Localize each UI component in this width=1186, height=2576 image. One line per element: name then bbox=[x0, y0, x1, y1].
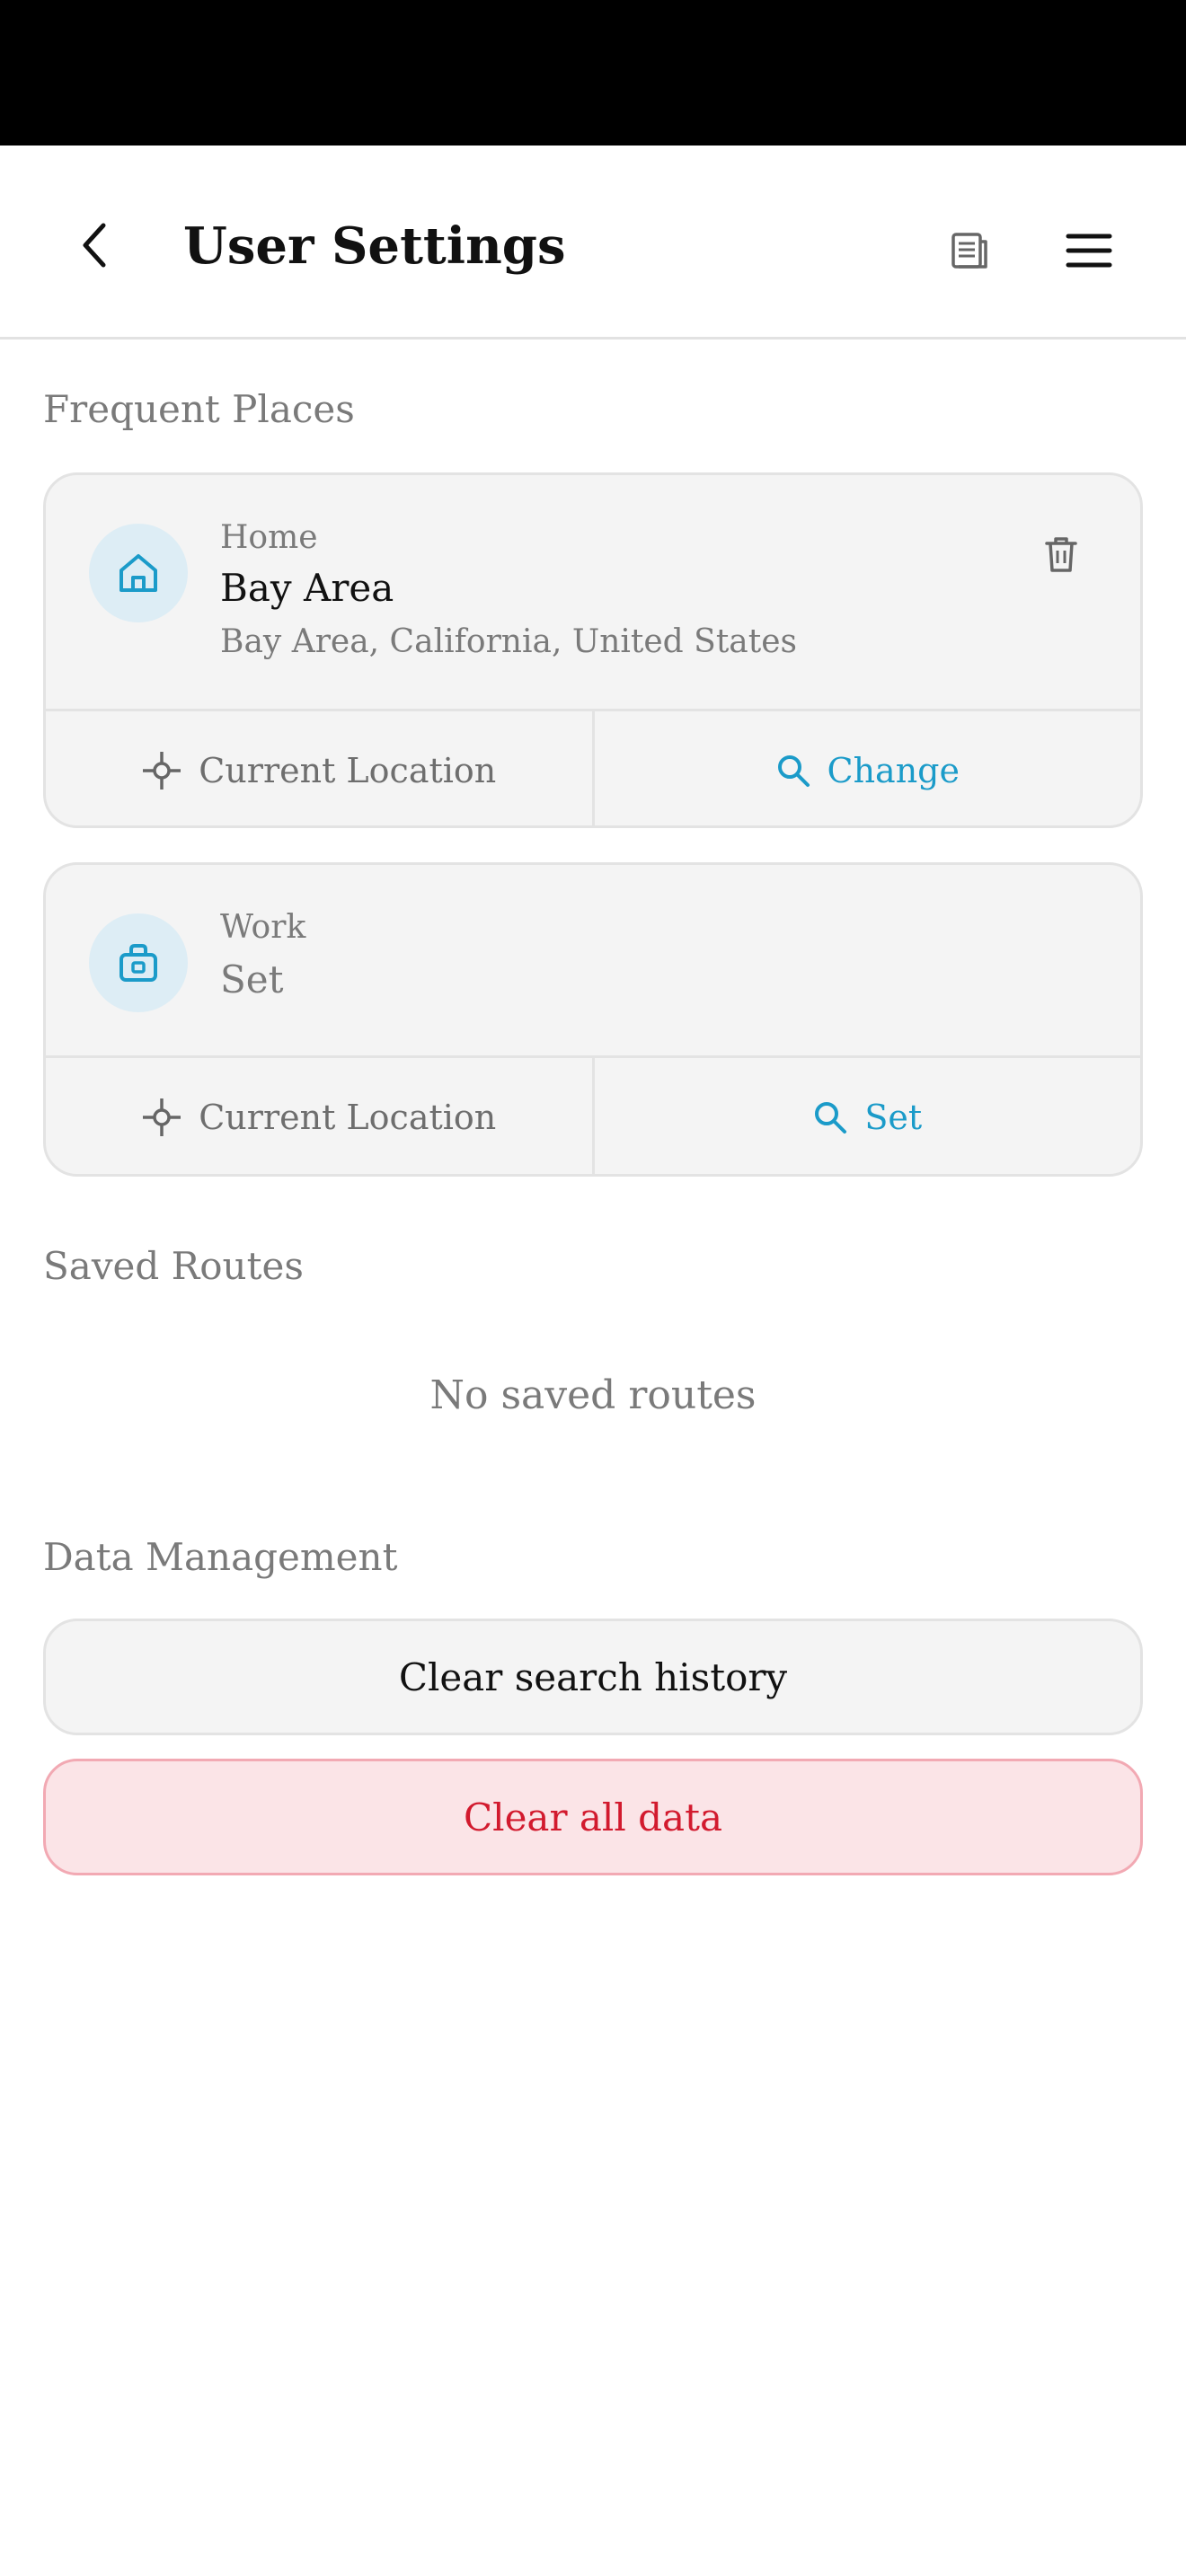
current-location-label: Current Location bbox=[199, 1097, 497, 1137]
app-header: User Settings bbox=[0, 146, 1186, 340]
document-button[interactable] bbox=[933, 214, 1006, 287]
home-icon bbox=[119, 554, 157, 592]
home-icon-badge bbox=[89, 524, 188, 622]
home-label: Home bbox=[220, 519, 318, 556]
clear-all-data-button[interactable]: Clear all data bbox=[43, 1759, 1143, 1875]
briefcase-icon bbox=[119, 944, 157, 982]
back-button[interactable] bbox=[56, 207, 133, 284]
work-icon-badge bbox=[89, 913, 188, 1012]
no-saved-routes-text: No saved routes bbox=[429, 1372, 757, 1418]
work-set-button[interactable]: Set bbox=[595, 1058, 1141, 1174]
section-title-frequent-places: Frequent Places bbox=[43, 387, 355, 431]
crosshair-icon bbox=[143, 1098, 181, 1136]
trash-icon bbox=[1045, 537, 1077, 572]
search-icon bbox=[815, 1101, 847, 1134]
menu-button[interactable] bbox=[1049, 214, 1128, 287]
home-place-name: Bay Area bbox=[220, 566, 394, 610]
clear-search-history-button[interactable]: Clear search history bbox=[43, 1619, 1143, 1735]
current-location-label: Current Location bbox=[199, 750, 497, 790]
document-icon bbox=[951, 233, 987, 269]
work-place-card: Work Set Current Location Set bbox=[43, 862, 1143, 1177]
work-current-location-button[interactable]: Current Location bbox=[46, 1058, 595, 1174]
home-place-address: Bay Area, California, United States bbox=[220, 623, 797, 660]
home-place-card: Home Bay Area Bay Area, California, Unit… bbox=[43, 472, 1143, 828]
status-bar bbox=[0, 0, 1186, 146]
work-label: Work bbox=[220, 909, 306, 946]
delete-home-button[interactable] bbox=[1031, 524, 1092, 585]
page-title: User Settings bbox=[183, 216, 566, 276]
set-label: Set bbox=[864, 1097, 923, 1137]
home-current-location-button[interactable]: Current Location bbox=[46, 711, 595, 825]
search-icon bbox=[777, 754, 810, 787]
change-label: Change bbox=[827, 750, 960, 790]
work-card-actions: Current Location Set bbox=[46, 1055, 1141, 1174]
work-place-name: Set bbox=[220, 957, 284, 1001]
home-card-actions: Current Location Change bbox=[46, 709, 1141, 825]
section-title-saved-routes: Saved Routes bbox=[43, 1244, 304, 1288]
crosshair-icon bbox=[143, 751, 181, 790]
home-change-button[interactable]: Change bbox=[595, 711, 1141, 825]
chevron-left-icon bbox=[83, 223, 106, 268]
hamburger-menu-icon bbox=[1066, 234, 1112, 268]
section-title-data-management: Data Management bbox=[43, 1535, 398, 1579]
